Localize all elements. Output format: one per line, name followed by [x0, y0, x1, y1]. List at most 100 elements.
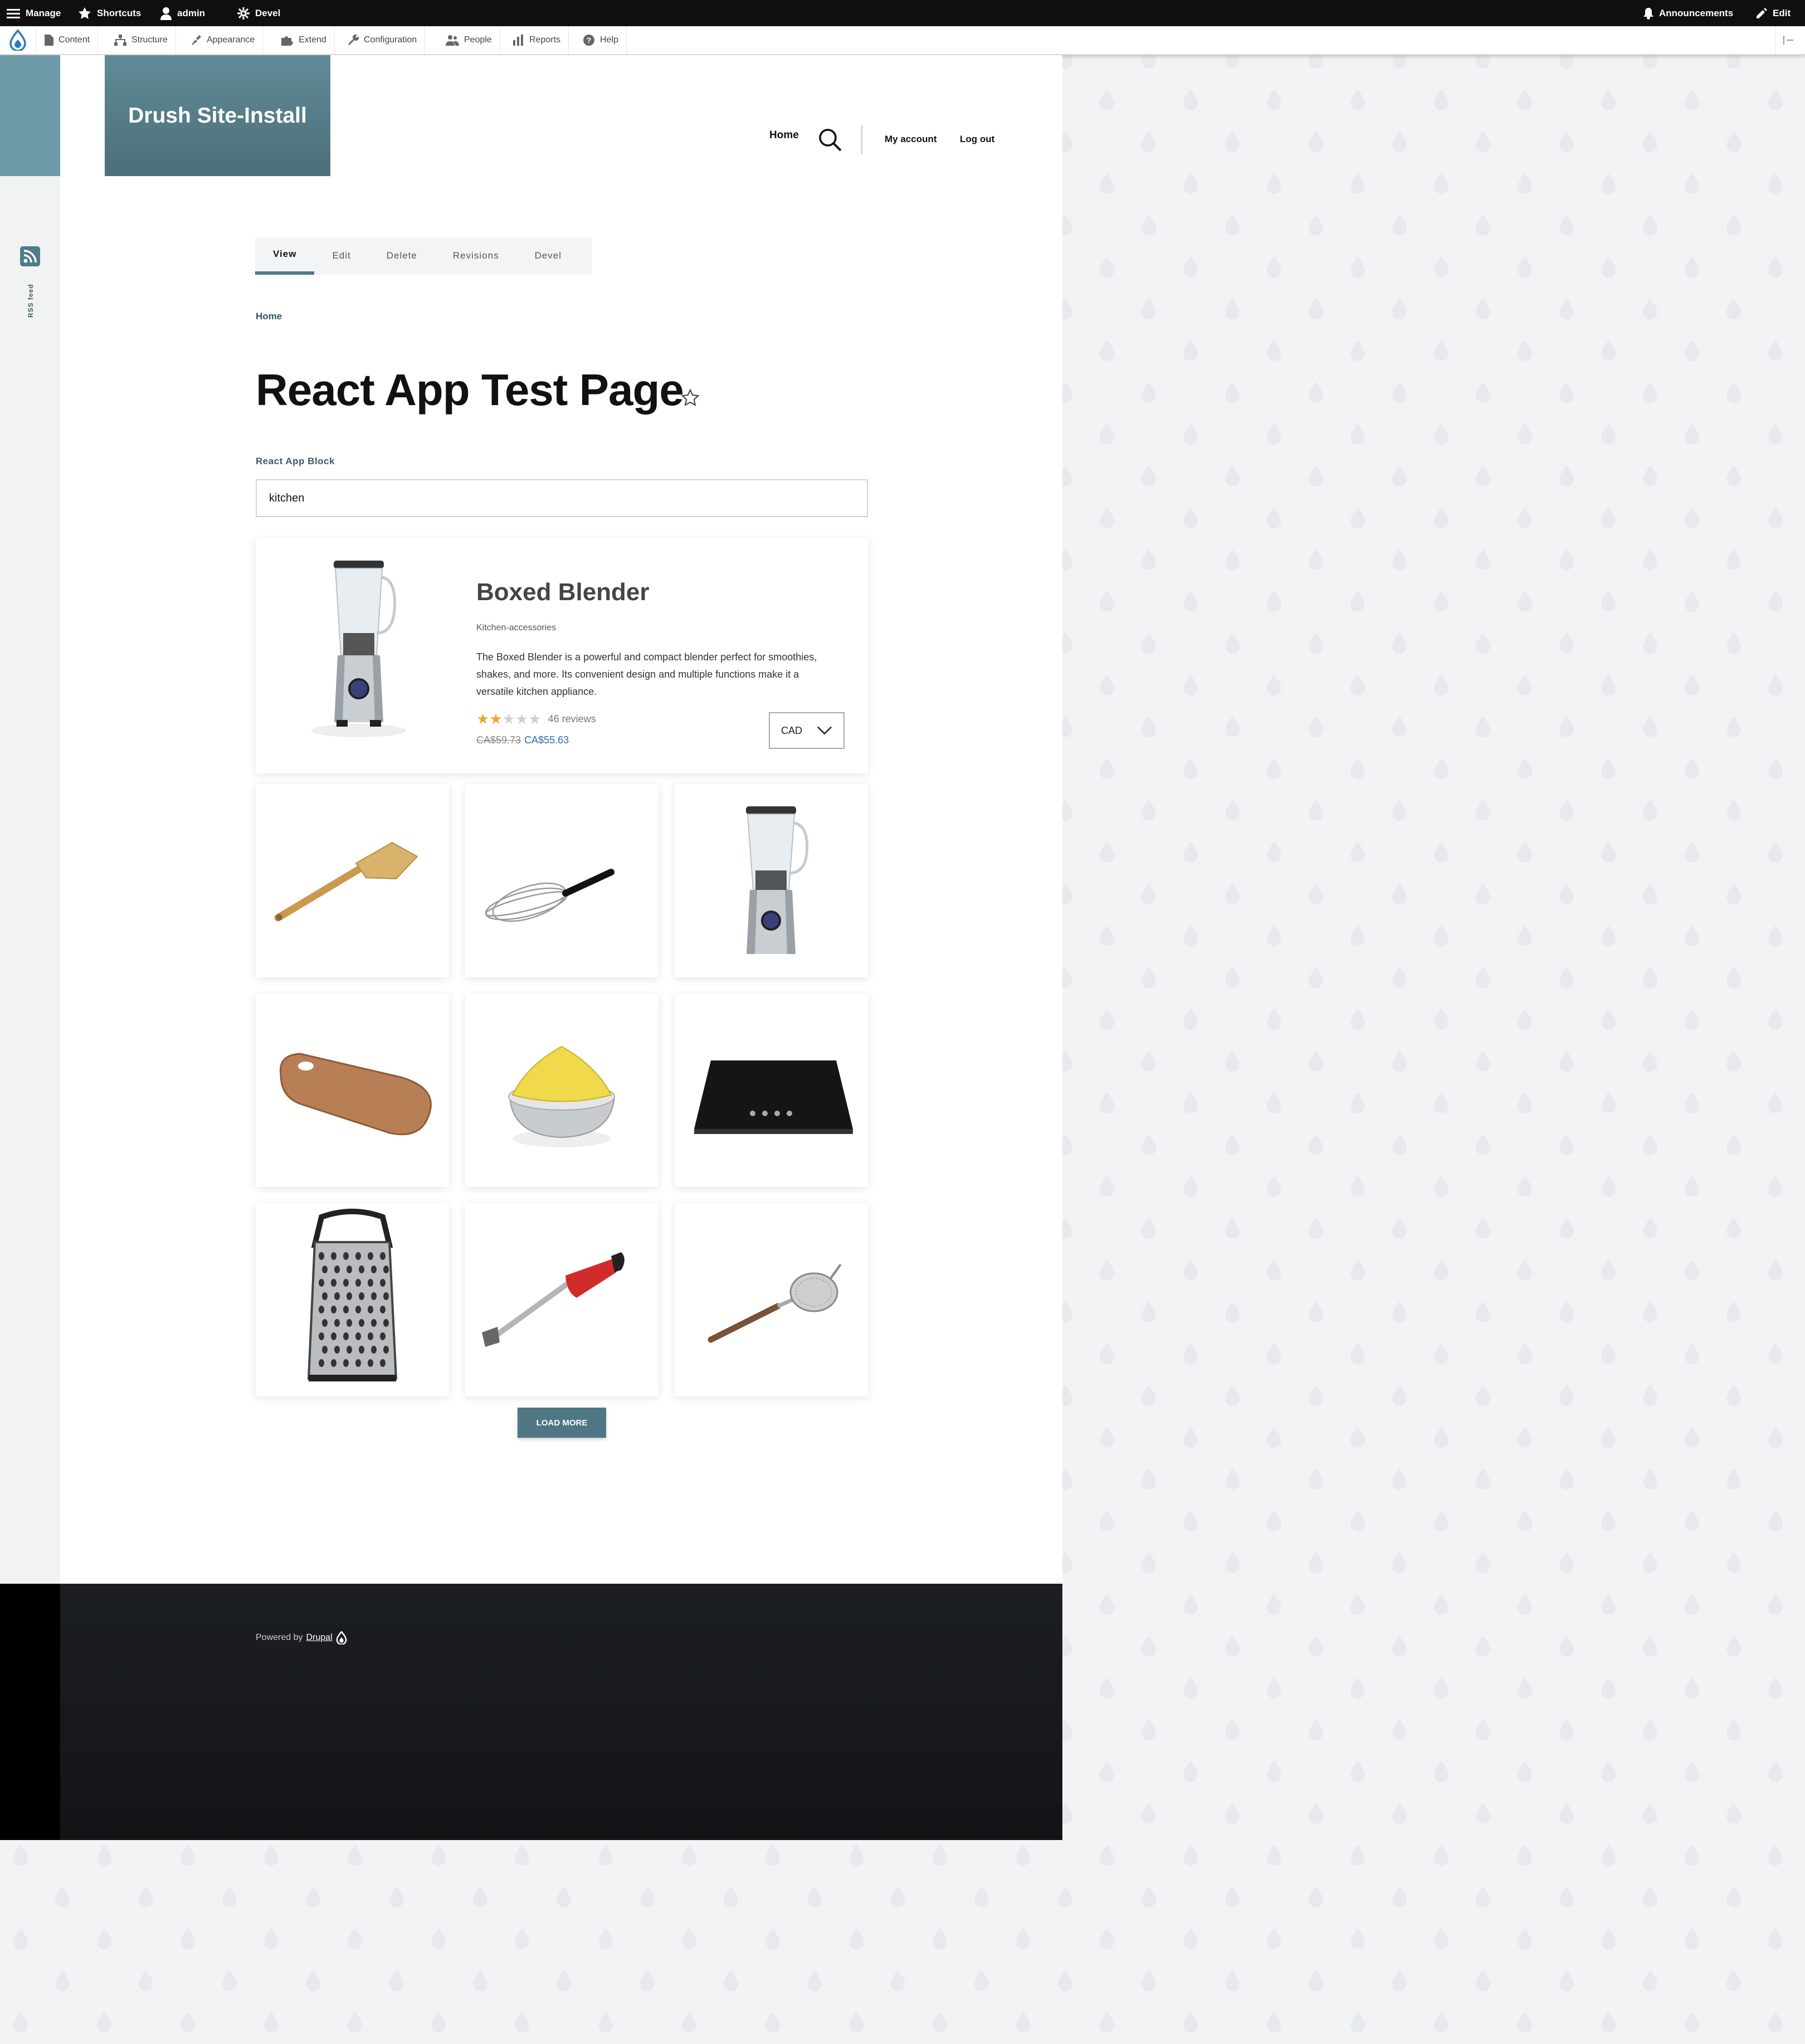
menu-appearance-label: Appearance: [207, 35, 255, 45]
menu-people-label: People: [464, 35, 492, 45]
bell-icon: [1643, 7, 1653, 20]
gear-icon: [237, 7, 250, 20]
juicer-icon: [508, 1045, 616, 1147]
menu-content-label: Content: [58, 35, 90, 45]
featured-product-title[interactable]: Boxed Blender: [476, 578, 650, 606]
block-label: React App Block: [256, 456, 335, 466]
tab-devel[interactable]: Devel: [517, 237, 579, 275]
menu-help[interactable]: ? Help: [575, 26, 627, 54]
site-branding[interactable]: Drush Site-Install: [105, 55, 330, 176]
site-name[interactable]: Drush Site-Install: [128, 104, 307, 128]
description-line: versatile kitchen appliance.: [476, 686, 597, 697]
powered-by: Powered by Drupal: [256, 1631, 347, 1644]
blender-icon: [746, 806, 809, 954]
menu-structure[interactable]: Structure: [106, 26, 176, 54]
drupal-logo-icon: [9, 30, 26, 51]
product-card-grater[interactable]: [256, 1203, 449, 1396]
review-count: 46 reviews: [548, 713, 596, 724]
menu-help-label: Help: [600, 35, 618, 45]
svg-text:?: ?: [587, 36, 592, 45]
menu-appearance[interactable]: Appearance: [183, 26, 264, 54]
featured-product-card[interactable]: Boxed Blender Kitchen-accessories The Bo…: [256, 538, 868, 773]
search-toggle[interactable]: [818, 128, 842, 155]
brush-icon: [192, 35, 201, 45]
currency-select[interactable]: CAD: [769, 712, 845, 749]
star-empty-icon: ★: [528, 710, 542, 727]
tab-delete[interactable]: Delete: [369, 237, 435, 275]
menu-configuration-label: Configuration: [364, 35, 417, 45]
nav-divider: [861, 125, 862, 154]
product-card-juicer[interactable]: [465, 994, 658, 1187]
featured-product-image: [303, 561, 414, 742]
announcements-button[interactable]: Announcements: [1643, 0, 1733, 26]
old-price: CA$59.73: [476, 734, 521, 746]
featured-product-description: The Boxed Blender is a powerful and comp…: [476, 649, 855, 700]
rss-feed-link[interactable]: RSS feed: [20, 246, 40, 318]
product-card-hand-blender[interactable]: [465, 1203, 658, 1396]
devel-label: Devel: [255, 7, 281, 18]
description-line: The Boxed Blender is a powerful and comp…: [476, 651, 817, 663]
menu-structure-label: Structure: [131, 35, 168, 45]
star-filled-icon: ★: [476, 710, 490, 727]
bar-chart-icon: [513, 35, 523, 46]
devel-button[interactable]: Devel: [237, 0, 280, 26]
edit-label: Edit: [1773, 7, 1791, 18]
manage-button[interactable]: Manage: [7, 0, 61, 26]
featured-product-category: Kitchen-accessories: [476, 623, 557, 632]
menu-extend[interactable]: Extend: [274, 26, 335, 54]
admin-toolbar: Manage Shortcuts admin Devel Announcemen…: [0, 0, 1805, 26]
star-filled-icon: ★: [489, 710, 503, 727]
menu-reports[interactable]: Reports: [505, 26, 569, 54]
local-tasks-tabs: View Edit Delete Revisions Devel: [255, 237, 592, 275]
edit-toolbar-button[interactable]: Edit: [1756, 0, 1791, 26]
menu-reports-label: Reports: [529, 35, 561, 45]
rss-label: RSS feed: [27, 284, 35, 318]
grater-icon: [307, 1209, 398, 1381]
footer-edge: [0, 1584, 60, 1840]
page-title: React App Test Page: [256, 365, 684, 415]
tab-revisions[interactable]: Revisions: [435, 237, 517, 275]
product-search-input[interactable]: [256, 479, 868, 517]
blender-icon: [311, 561, 406, 737]
powered-by-text: Powered by: [256, 1633, 303, 1642]
menu-content[interactable]: Content: [37, 26, 99, 54]
breadcrumb-home[interactable]: Home: [256, 311, 282, 322]
my-account-link[interactable]: My account: [885, 134, 937, 145]
load-more-button[interactable]: LOAD MORE: [518, 1408, 606, 1438]
tab-view[interactable]: View: [255, 237, 315, 275]
star-icon: [79, 7, 91, 19]
toolbar-orientation-toggle[interactable]: [1775, 26, 1803, 54]
help-icon: ?: [583, 35, 594, 46]
star-empty-icon: ★: [515, 710, 529, 727]
user-button[interactable]: admin: [160, 0, 205, 26]
nav-home-link[interactable]: Home: [769, 129, 799, 142]
user-label: admin: [177, 7, 206, 18]
search-icon: [819, 129, 842, 152]
chevron-down-icon: [817, 726, 832, 735]
hand-blender-icon: [482, 1252, 625, 1347]
cooktop-icon: [694, 1060, 853, 1134]
product-card-strainer[interactable]: [675, 1203, 868, 1396]
description-line: shakes, and more. Its convenient design …: [476, 669, 799, 680]
shortcuts-label: Shortcuts: [97, 7, 142, 18]
hamburger-icon: [7, 8, 20, 18]
product-card-blender[interactable]: [675, 784, 868, 977]
log-out-link[interactable]: Log out: [960, 134, 994, 145]
menu-configuration[interactable]: Configuration: [340, 26, 426, 54]
product-card-whisk[interactable]: [465, 784, 658, 977]
rating-stars: ★★★★★: [476, 712, 542, 727]
product-card-cutting-board[interactable]: [256, 994, 449, 1187]
tab-edit[interactable]: Edit: [314, 237, 368, 275]
bookmark-star-button[interactable]: [681, 388, 700, 410]
drupal-home-link[interactable]: [0, 26, 36, 54]
product-card-cooktop[interactable]: [675, 994, 868, 1187]
shortcuts-button[interactable]: Shortcuts: [78, 0, 141, 26]
strainer-icon: [708, 1263, 842, 1343]
product-card-spatula[interactable]: [256, 784, 449, 977]
site-footer: Powered by Drupal: [0, 1584, 1062, 1840]
sitemap-icon: [114, 35, 126, 46]
whisk-icon: [485, 869, 614, 922]
cutting-board-icon: [279, 1053, 432, 1136]
drupal-link[interactable]: Drupal: [306, 1633, 333, 1643]
menu-people[interactable]: People: [438, 26, 500, 54]
